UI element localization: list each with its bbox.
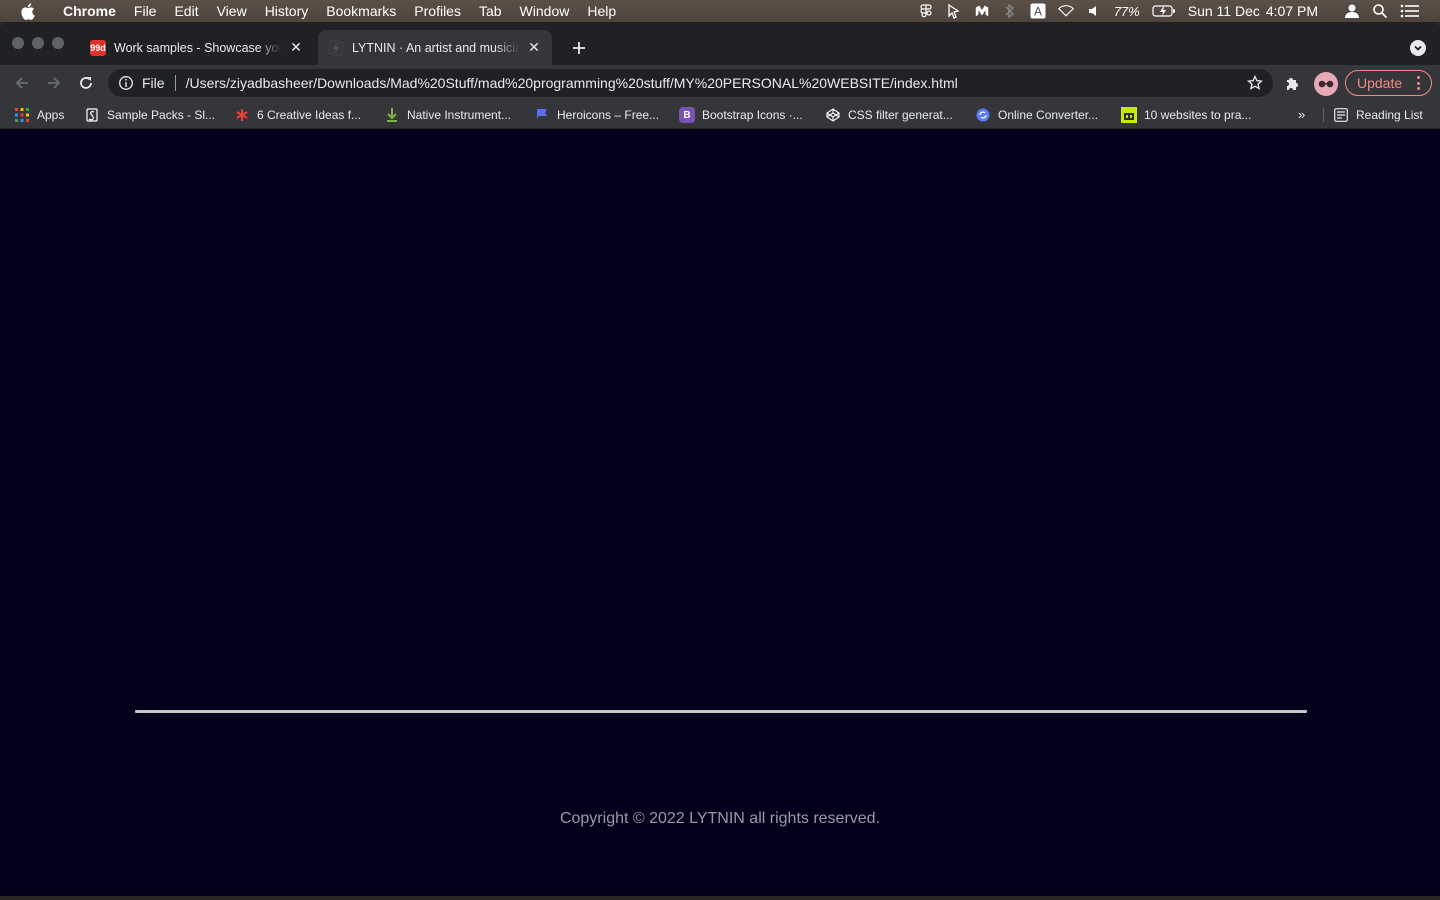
bookmark-10-websites[interactable]: 10 websites to pra... bbox=[1121, 101, 1251, 129]
kebab-menu-icon[interactable] bbox=[1417, 76, 1421, 90]
zoom-window-button[interactable] bbox=[52, 37, 64, 49]
bookmark-label: 6 Creative Ideas f... bbox=[257, 108, 362, 122]
input-source-icon[interactable]: A bbox=[1030, 3, 1046, 19]
back-arrow-icon[interactable] bbox=[12, 73, 32, 93]
bookmark-native-instruments[interactable]: Native Instrument... bbox=[384, 101, 511, 129]
bookmark-sample-packs[interactable]: Sample Packs - Sl... bbox=[84, 101, 215, 129]
reading-list-button[interactable]: Reading List bbox=[1333, 101, 1423, 129]
menu-profiles[interactable]: Profiles bbox=[405, 0, 470, 22]
apple-menu-icon[interactable] bbox=[0, 2, 54, 20]
url-separator bbox=[174, 75, 176, 91]
flag-icon bbox=[534, 107, 550, 123]
apps-grid-icon bbox=[14, 107, 30, 123]
url-scheme-label: File bbox=[142, 75, 165, 91]
time-display[interactable]: 4:07 PM bbox=[1266, 3, 1318, 19]
menu-app-name[interactable]: Chrome bbox=[54, 0, 125, 22]
tab-title: LYTNIN · An artist and musician bbox=[352, 40, 520, 55]
bookmark-online-converter[interactable]: Online Converter... bbox=[975, 101, 1098, 129]
page-content: Copyright © 2022 LYTNIN all rights reser… bbox=[0, 130, 1440, 896]
bookmark-bootstrap-icons[interactable]: B Bootstrap Icons ·... bbox=[679, 101, 803, 129]
bookmark-creative-ideas[interactable]: 6 Creative Ideas f... bbox=[234, 101, 361, 129]
asterisk-icon bbox=[234, 107, 250, 123]
lytnin-icon bbox=[328, 39, 344, 56]
bookmark-label: Sample Packs - Sl... bbox=[107, 108, 216, 122]
bookmarks-bar: Apps Sample Packs - Sl... 6 Creative Ide… bbox=[0, 101, 1440, 129]
minimize-window-button[interactable] bbox=[32, 37, 44, 49]
control-center-icon[interactable] bbox=[1400, 3, 1420, 19]
bluetooth-icon[interactable] bbox=[1002, 3, 1018, 19]
close-tab-icon[interactable]: ✕ bbox=[526, 39, 542, 56]
bookmark-label: Heroicons – Free... bbox=[557, 108, 660, 122]
extensions-puzzle-icon[interactable] bbox=[1284, 75, 1302, 93]
close-tab-icon[interactable]: ✕ bbox=[288, 39, 304, 56]
window-controls bbox=[12, 37, 64, 49]
tab-search-icon[interactable] bbox=[1410, 40, 1426, 56]
download-arrow-icon bbox=[384, 107, 400, 123]
bookmark-label: Bootstrap Icons ·... bbox=[702, 108, 803, 122]
svg-text:A: A bbox=[1034, 5, 1042, 19]
menu-history[interactable]: History bbox=[256, 0, 318, 22]
macos-menu-bar: Chrome File Edit View History Bookmarks … bbox=[0, 0, 1440, 22]
bookmark-label: Online Converter... bbox=[998, 108, 1099, 122]
bookmark-heroicons[interactable]: Heroicons – Free... bbox=[534, 101, 659, 129]
malwarebytes-icon[interactable] bbox=[974, 3, 990, 19]
bootstrap-icon: B bbox=[679, 107, 695, 123]
figma-icon[interactable] bbox=[918, 3, 934, 19]
user-icon[interactable] bbox=[1344, 3, 1360, 19]
address-bar[interactable]: File /Users/ziyadbasheer/Downloads/Mad%2… bbox=[108, 69, 1273, 97]
url-text[interactable]: /Users/ziyadbasheer/Downloads/Mad%20Stuf… bbox=[186, 75, 958, 91]
bookmark-label: Native Instrument... bbox=[407, 108, 512, 122]
volume-icon[interactable] bbox=[1086, 3, 1102, 19]
reload-icon[interactable] bbox=[76, 73, 96, 93]
forward-arrow-icon[interactable] bbox=[44, 73, 64, 93]
copyright-text: Copyright © 2022 LYTNIN all rights reser… bbox=[559, 810, 881, 827]
tab-strip: 99d Work samples - Showcase your ✕ LYTNI… bbox=[0, 22, 1440, 65]
reading-list-label: Reading List bbox=[1356, 108, 1423, 122]
bookmark-label: Apps bbox=[37, 108, 65, 122]
codepen-icon bbox=[825, 107, 841, 123]
close-window-button[interactable] bbox=[12, 37, 24, 49]
reading-list-icon bbox=[1333, 107, 1349, 123]
spotlight-icon[interactable] bbox=[1372, 3, 1388, 19]
bookmark-label: 10 websites to pra... bbox=[1144, 108, 1252, 122]
splice-icon bbox=[84, 107, 100, 123]
bookmarks-separator bbox=[1323, 108, 1324, 122]
menu-bookmarks[interactable]: Bookmarks bbox=[317, 0, 405, 22]
wifi-icon[interactable] bbox=[1057, 3, 1074, 19]
menu-edit[interactable]: Edit bbox=[165, 0, 207, 22]
menu-file[interactable]: File bbox=[125, 0, 166, 22]
browser-window: 99d Work samples - Showcase your ✕ LYTNI… bbox=[0, 22, 1440, 896]
footer-divider bbox=[135, 710, 1307, 713]
battery-percentage: 77% bbox=[1113, 3, 1140, 19]
tab-work-samples[interactable]: 99d Work samples - Showcase your ✕ bbox=[80, 30, 314, 65]
menu-window[interactable]: Window bbox=[511, 0, 579, 22]
more-bookmarks-chevron-icon[interactable]: » bbox=[1298, 107, 1305, 122]
menu-view[interactable]: View bbox=[208, 0, 256, 22]
menu-help[interactable]: Help bbox=[578, 0, 625, 22]
date-display[interactable]: Sun 11 Dec bbox=[1188, 3, 1260, 19]
bookmark-label: CSS filter generat... bbox=[848, 108, 953, 122]
bookmark-css-filter[interactable]: CSS filter generat... bbox=[825, 101, 953, 129]
battery-icon[interactable] bbox=[1152, 3, 1176, 19]
converter-icon bbox=[975, 107, 991, 123]
tab-title: Work samples - Showcase your bbox=[114, 40, 282, 55]
99designs-icon: 99d bbox=[90, 39, 106, 56]
menu-tab[interactable]: Tab bbox=[470, 0, 511, 22]
new-tab-button[interactable] bbox=[566, 37, 592, 59]
green-square-icon bbox=[1121, 107, 1137, 123]
update-button[interactable]: Update bbox=[1345, 70, 1432, 96]
browser-toolbar: File /Users/ziyadbasheer/Downloads/Mad%2… bbox=[0, 65, 1440, 101]
update-label: Update bbox=[1357, 75, 1403, 91]
profile-avatar[interactable] bbox=[1314, 72, 1338, 96]
cursor-icon[interactable] bbox=[946, 3, 962, 19]
tab-lytnin[interactable]: LYTNIN · An artist and musician ✕ bbox=[318, 30, 552, 65]
info-icon[interactable] bbox=[118, 75, 134, 91]
bookmark-star-icon[interactable] bbox=[1247, 75, 1263, 91]
bookmark-apps[interactable]: Apps bbox=[14, 101, 64, 129]
